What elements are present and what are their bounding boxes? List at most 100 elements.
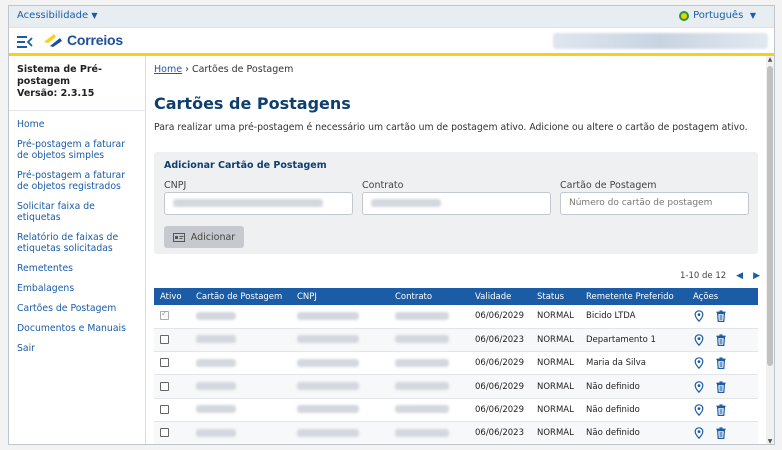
trash-icon[interactable] xyxy=(715,310,727,323)
contract-cell xyxy=(389,374,469,399)
sidebar-item-sair[interactable]: Sair xyxy=(17,343,137,354)
menu-toggle-icon[interactable] xyxy=(17,34,33,48)
trash-icon[interactable] xyxy=(715,404,727,416)
actions-cell xyxy=(687,398,758,422)
sidebar-item-prepostagem-simples[interactable]: Pré-postagem a faturar de objetos simple… xyxy=(17,139,137,161)
table-row[interactable]: 06/06/2029 NORMAL Maria da Silva xyxy=(154,351,758,376)
card-cell xyxy=(190,328,291,353)
active-checkbox[interactable] xyxy=(160,309,169,321)
cnpj-field[interactable] xyxy=(164,192,353,215)
blurred-value xyxy=(297,428,359,437)
system-info: Sistema de Pré-postagem Versão: 2.3.15 xyxy=(9,56,145,100)
sender-cell: Não definido xyxy=(580,398,687,422)
active-checkbox[interactable] xyxy=(160,358,169,368)
trash-icon[interactable] xyxy=(715,357,727,370)
sidebar-item-prepostagem-registrados[interactable]: Pré-postagem a faturar de objetos regist… xyxy=(17,170,137,192)
column-header: Cartão de Postagem xyxy=(190,288,291,305)
breadcrumb-separator: › xyxy=(185,64,189,75)
scroll-thumb[interactable] xyxy=(767,66,773,366)
table-row[interactable]: 06/06/2029 NORMAL Não definido xyxy=(154,398,758,422)
status-cell: NORMAL xyxy=(531,305,580,329)
sidebar-item-documentos[interactable]: Documentos e Manuais xyxy=(17,323,137,334)
sidebar-item-relatorio-faixas[interactable]: Relatório de faixas de etiquetas solicit… xyxy=(17,232,137,254)
add-button[interactable]: Adicionar xyxy=(164,226,244,248)
contract-cell xyxy=(389,351,469,376)
page-title: Cartões de Postagens xyxy=(154,94,351,113)
active-cell xyxy=(154,305,190,329)
sender-cell: Não definido xyxy=(580,374,687,399)
correios-logo[interactable]: Correios xyxy=(42,32,123,48)
validity-cell: 06/06/2023 xyxy=(469,328,531,353)
add-card-panel: Adicionar Cartão de Postagem CNPJ Contra… xyxy=(154,152,758,254)
trash-icon[interactable] xyxy=(715,380,727,393)
blurred-value xyxy=(395,335,449,344)
sidebar-item-solicitar-faixa[interactable]: Solicitar faixa de etiquetas xyxy=(17,201,137,223)
active-checkbox[interactable] xyxy=(160,404,169,414)
accessibility-label: Acessibilidade xyxy=(17,10,89,21)
sidebar-item-remetentes[interactable]: Remetentes xyxy=(17,263,137,274)
card-number-input[interactable]: Número do cartão de postagem xyxy=(560,192,749,215)
blurred-value xyxy=(297,311,359,320)
blurred-value xyxy=(297,405,359,414)
sidebar-item-embalagens[interactable]: Embalagens xyxy=(17,283,137,294)
location-pin-icon[interactable] xyxy=(693,380,705,393)
correios-logo-icon xyxy=(44,34,62,47)
contract-cell xyxy=(389,398,469,422)
accessibility-bar: Acessibilidade ▼ Português ▼ xyxy=(9,6,774,28)
actions-cell xyxy=(687,305,758,329)
blurred-value xyxy=(395,311,449,320)
table-header-row: Ativo Cartão de Postagem CNPJ Contrato V… xyxy=(154,288,758,305)
location-pin-icon[interactable] xyxy=(693,404,705,416)
blurred-value xyxy=(395,405,449,414)
cnpj-cell xyxy=(291,374,389,399)
active-checkbox[interactable] xyxy=(160,334,169,344)
language-selector[interactable]: Português ▼ xyxy=(679,10,756,21)
blurred-value xyxy=(371,198,441,207)
scroll-down-icon[interactable]: ▼ xyxy=(766,438,774,444)
table-row[interactable]: 06/06/2023 NORMAL Não definido xyxy=(154,421,758,444)
cnpj-label: CNPJ xyxy=(164,180,187,191)
language-label: Português xyxy=(693,10,744,21)
cnpj-cell xyxy=(291,398,389,422)
next-page-icon[interactable]: ▶ xyxy=(753,271,760,281)
system-name: Sistema de Pré-postagem xyxy=(17,64,102,87)
blurred-value xyxy=(395,358,449,367)
blurred-value xyxy=(196,311,236,320)
table-row[interactable]: 06/06/2029NORMALBicido LTDA xyxy=(154,305,758,329)
breadcrumb-home-link[interactable]: Home xyxy=(154,64,182,75)
location-pin-icon[interactable] xyxy=(693,334,705,347)
brazil-flag-icon xyxy=(679,10,690,21)
active-checkbox[interactable] xyxy=(160,428,169,438)
trash-icon[interactable] xyxy=(715,334,727,346)
sender-cell: Bicido LTDA xyxy=(580,305,687,329)
cnpj-cell xyxy=(291,305,389,329)
accessibility-menu[interactable]: Acessibilidade ▼ xyxy=(17,10,98,21)
panel-title: Adicionar Cartão de Postagem xyxy=(164,160,327,171)
scroll-up-icon[interactable]: ▲ xyxy=(766,56,774,64)
blurred-value xyxy=(196,358,236,367)
pagination: 1-10 de 12 ◀ ▶ xyxy=(680,271,760,281)
column-header: Remetente Preferido xyxy=(580,288,687,305)
user-info-blurred xyxy=(553,33,768,49)
location-pin-icon[interactable] xyxy=(693,427,705,440)
scrollbar[interactable]: ▲ ▼ xyxy=(766,56,774,444)
active-checkbox[interactable] xyxy=(160,381,169,391)
contract-label: Contrato xyxy=(362,180,404,191)
card-icon xyxy=(172,232,185,242)
location-pin-icon[interactable] xyxy=(693,357,705,370)
card-label: Cartão de Postagem xyxy=(560,180,657,191)
column-header: Contrato xyxy=(389,288,469,305)
table-row[interactable]: 06/06/2023 NORMAL Departamento 1 xyxy=(154,328,758,353)
sidebar-item-cartoes-postagem[interactable]: Cartões de Postagem xyxy=(17,303,137,314)
sidebar-item-home[interactable]: Home xyxy=(17,119,137,130)
status-cell: NORMAL xyxy=(531,328,580,353)
location-pin-icon[interactable] xyxy=(693,310,705,323)
prev-page-icon[interactable]: ◀ xyxy=(736,271,743,281)
trash-icon[interactable] xyxy=(715,427,727,440)
blurred-value xyxy=(196,405,236,414)
status-cell: NORMAL xyxy=(531,351,580,376)
contract-field[interactable] xyxy=(362,192,551,215)
logo-wordmark: Correios xyxy=(67,32,123,48)
add-button-label: Adicionar xyxy=(190,231,236,243)
table-row[interactable]: 06/06/2029 NORMAL Não definido xyxy=(154,374,758,399)
